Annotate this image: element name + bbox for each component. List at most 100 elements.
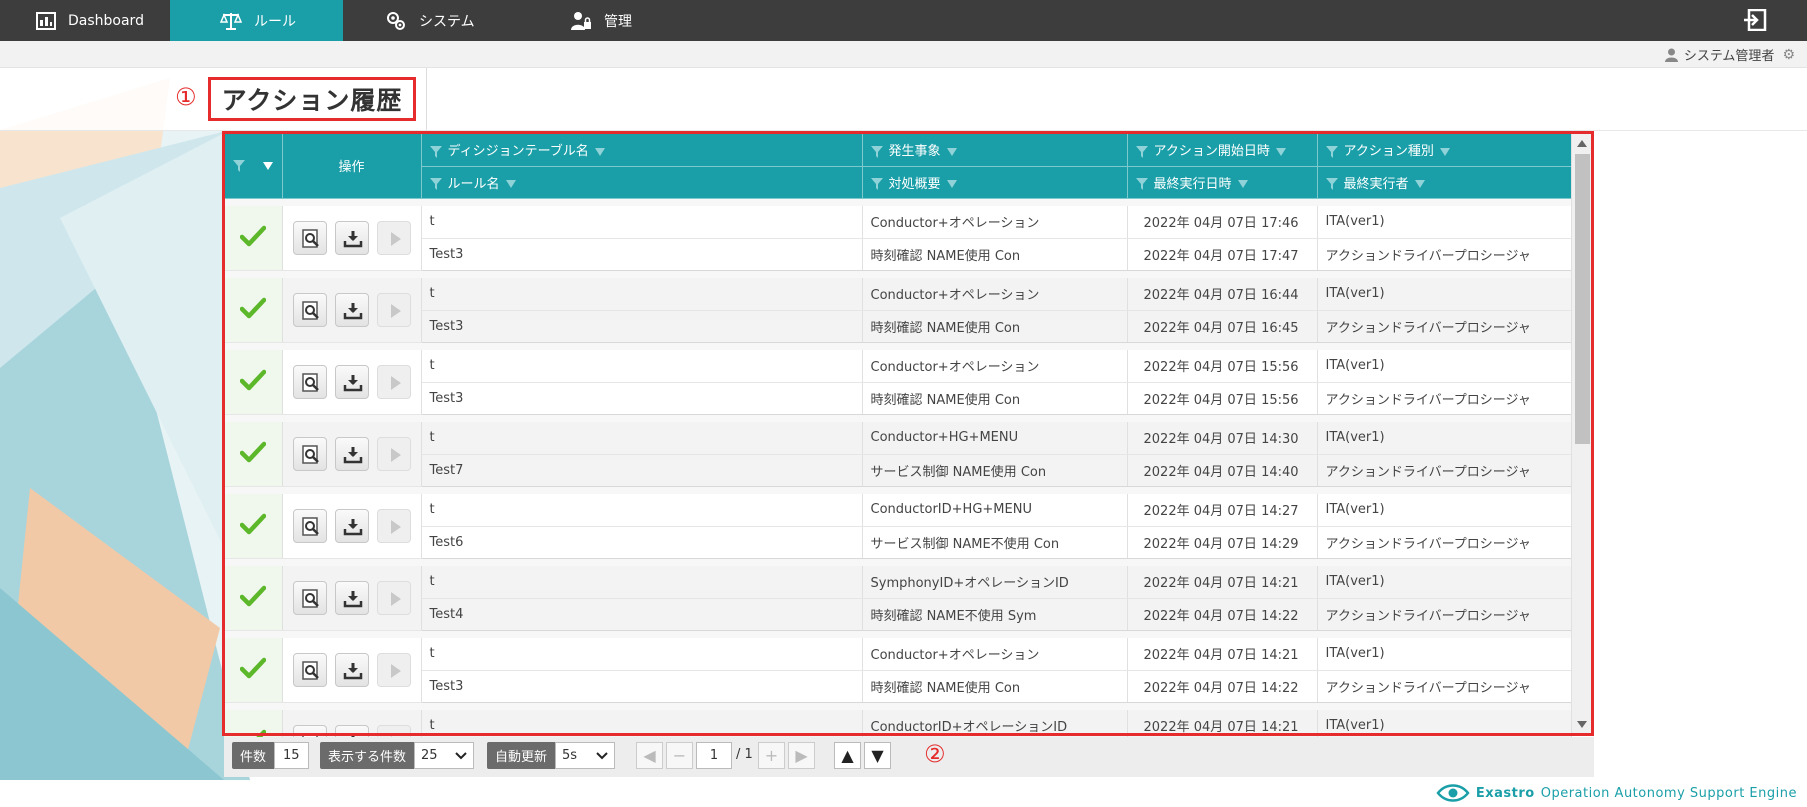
cell-action-type: ITA(ver1)	[1317, 422, 1572, 455]
filter-toggle-header[interactable]	[224, 134, 283, 199]
vertical-scrollbar[interactable]	[1571, 134, 1592, 734]
cell-event: Conductor+オペレーション	[862, 278, 1128, 311]
logout-icon[interactable]	[1743, 9, 1767, 31]
header-start-datetime[interactable]: アクション開始日時	[1127, 134, 1318, 167]
header-last-executor[interactable]: 最終実行者	[1317, 166, 1572, 199]
header-rule-name[interactable]: ルール名	[421, 166, 863, 199]
scroll-thumb[interactable]	[1575, 154, 1590, 444]
row-gap	[224, 630, 1571, 638]
header-action-type[interactable]: アクション種別	[1317, 134, 1572, 167]
detail-button[interactable]	[292, 436, 327, 471]
nav-item-system[interactable]: システム	[385, 0, 555, 41]
cell-decision-table: t	[421, 206, 863, 239]
cell-last-exec-datetime: 2022年 04月 07日 14:22	[1127, 670, 1318, 703]
next-page-button[interactable]: +	[758, 742, 785, 769]
count-label: 件数	[232, 742, 275, 769]
count-value: 15	[274, 742, 309, 769]
row-gap	[224, 342, 1571, 350]
cell-action-summary: 時刻確認 NAME使用 Con	[862, 238, 1128, 271]
cell-action-summary: サービス制御 NAME不使用 Con	[862, 526, 1128, 559]
download-button[interactable]	[334, 364, 369, 399]
cell-action-type: ITA(ver1)	[1317, 638, 1572, 671]
detail-button[interactable]	[292, 220, 327, 255]
execute-button[interactable]	[376, 364, 411, 399]
detail-button[interactable]	[292, 364, 327, 399]
nav-item-rule[interactable]: ルール	[170, 0, 343, 41]
download-button[interactable]	[334, 292, 369, 327]
cell-last-executor: アクションドライバープロシージャ	[1317, 454, 1572, 487]
status-cell	[224, 350, 283, 415]
cell-decision-table: t	[421, 350, 863, 383]
cell-last-executor: アクションドライバープロシージャ	[1317, 526, 1572, 559]
table-row: t SymphonyID+オペレーションID 2022年 04月 07日 14:…	[224, 566, 1572, 631]
scroll-down-arrow[interactable]	[1577, 721, 1587, 728]
row-gap	[224, 270, 1571, 278]
nav-item-admin[interactable]: 管理	[570, 0, 720, 41]
download-icon	[343, 374, 362, 391]
header-last-exec-datetime[interactable]: 最終実行日時	[1127, 166, 1318, 199]
cell-rule-name: Test4	[421, 598, 863, 631]
prev-page-button[interactable]: −	[666, 742, 693, 769]
cell-decision-table: t	[421, 422, 863, 455]
table-row-sub: Test7 サービス制御 NAME使用 Con 2022年 04月 07日 14…	[224, 454, 1572, 487]
user-menu[interactable]: システム管理者 ⚙	[1664, 45, 1795, 64]
download-button[interactable]	[334, 436, 369, 471]
execute-button[interactable]	[376, 436, 411, 471]
nav-label-rule: ルール	[254, 13, 296, 30]
scroll-top-button[interactable]: ▲	[834, 742, 861, 769]
ops-cell	[282, 206, 422, 271]
detail-button[interactable]	[292, 508, 327, 543]
nav-item-dashboard[interactable]: Dashboard	[0, 0, 170, 41]
magnifier-icon	[301, 517, 319, 536]
detail-button[interactable]	[292, 652, 327, 687]
gear-icon[interactable]: ⚙	[1782, 47, 1795, 63]
execute-button[interactable]	[376, 508, 411, 543]
execute-button[interactable]	[376, 580, 411, 615]
header-label: 対処概要	[888, 176, 941, 192]
status-cell	[224, 422, 283, 487]
download-button[interactable]	[334, 580, 369, 615]
nav-label-dashboard: Dashboard	[68, 12, 144, 29]
chevron-down-icon	[596, 751, 608, 759]
sort-icon	[594, 147, 605, 156]
cell-last-exec-datetime: 2022年 04月 07日 15:56	[1127, 382, 1318, 415]
perpage-value: 25	[421, 748, 438, 763]
detail-button[interactable]	[292, 292, 327, 327]
brand-logo: Exastro Operation Autonomy Support Engin…	[1436, 783, 1797, 803]
action-history-table-panel: 操作 ディシジョンテーブル名 発生事象 アクション開始日時 アクション種別 ルー…	[224, 134, 1592, 775]
execute-button[interactable]	[376, 652, 411, 687]
refresh-value: 5s	[562, 748, 578, 763]
download-button[interactable]	[334, 508, 369, 543]
scroll-up-arrow[interactable]	[1577, 140, 1587, 147]
check-icon	[239, 657, 266, 678]
sort-icon	[946, 180, 957, 188]
header-label: ディシジョンテーブル名	[447, 144, 589, 160]
page-number-input[interactable]: 1	[696, 742, 732, 769]
count-group: 件数 15	[232, 742, 309, 769]
page-title: アクション履歴	[221, 86, 403, 115]
nav-label-admin: 管理	[604, 13, 632, 30]
first-page-button[interactable]: ◀	[636, 742, 663, 769]
table-row: t ConductorID+HG+MENU 2022年 04月 07日 14:2…	[224, 494, 1572, 559]
download-button[interactable]	[334, 652, 369, 687]
cell-start-datetime: 2022年 04月 07日 15:56	[1127, 350, 1318, 383]
download-button[interactable]	[334, 220, 369, 255]
header-action-summary[interactable]: 対処概要	[862, 166, 1128, 199]
execute-button[interactable]	[376, 292, 411, 327]
scroll-bottom-button[interactable]: ▼	[864, 742, 891, 769]
row-gap	[224, 486, 1571, 494]
play-icon	[390, 447, 401, 462]
header-event[interactable]: 発生事象	[862, 134, 1128, 167]
ops-cell	[282, 638, 422, 703]
header-decision-table[interactable]: ディシジョンテーブル名	[421, 134, 863, 167]
table-row-sub: Test3 時刻確認 NAME使用 Con 2022年 04月 07日 17:4…	[224, 238, 1572, 271]
magnifier-icon	[301, 373, 319, 392]
nav-label-system: システム	[419, 13, 475, 30]
perpage-select[interactable]: 25	[414, 742, 475, 769]
refresh-select[interactable]: 5s	[555, 742, 616, 769]
execute-button[interactable]	[376, 220, 411, 255]
last-page-button[interactable]: ▶	[788, 742, 815, 769]
status-cell	[224, 566, 283, 631]
dashboard-icon	[36, 11, 56, 30]
detail-button[interactable]	[292, 580, 327, 615]
